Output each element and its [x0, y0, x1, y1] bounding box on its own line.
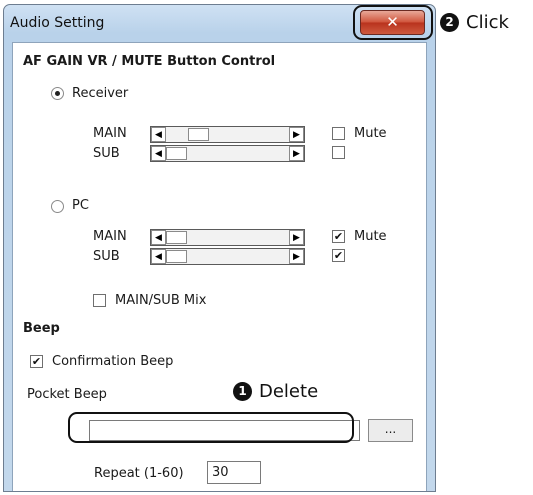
arrow-left-icon[interactable]: ◀	[151, 146, 166, 161]
receiver-sub-label: SUB	[93, 146, 120, 161]
slider-thumb[interactable]	[166, 231, 187, 244]
click-highlight-ring	[353, 5, 433, 40]
pc-sub-label: SUB	[93, 249, 120, 264]
slider-thumb[interactable]	[188, 128, 209, 141]
check-icon: ✔	[333, 230, 344, 243]
arrow-right-icon[interactable]: ▶	[289, 249, 304, 264]
receiver-sub-slider[interactable]: ◀ ▶	[150, 145, 305, 162]
radio-selected-dot	[55, 91, 60, 96]
click-callout: 2 Click	[440, 12, 509, 33]
delete-callout: 1 Delete	[233, 381, 318, 402]
pc-sub-mute-checkbox[interactable]: ✔	[332, 249, 345, 262]
receiver-main-label: MAIN	[93, 126, 127, 141]
beep-section-title: Beep	[23, 321, 60, 336]
browse-button[interactable]: ...	[368, 419, 413, 442]
check-icon: ✔	[31, 355, 42, 368]
pc-main-mute-checkbox[interactable]: ✔	[332, 230, 345, 243]
confirmation-beep-checkbox[interactable]: ✔	[30, 355, 43, 368]
receiver-main-slider[interactable]: ◀ ▶	[150, 126, 305, 143]
check-icon: ✔	[333, 249, 344, 262]
pc-radio[interactable]	[51, 200, 64, 213]
window-title: Audio Setting	[10, 15, 105, 31]
main-sub-mix-label: MAIN/SUB Mix	[115, 293, 207, 308]
pc-label: PC	[72, 198, 89, 213]
pc-main-label: MAIN	[93, 229, 127, 244]
receiver-radio[interactable]	[51, 87, 64, 100]
delete-callout-text: Delete	[259, 381, 319, 402]
slider-thumb[interactable]	[166, 250, 187, 263]
arrow-right-icon[interactable]: ▶	[289, 230, 304, 245]
arrow-right-icon[interactable]: ▶	[289, 127, 304, 142]
delete-highlight-ring	[68, 412, 354, 443]
step-number-badge: 1	[233, 382, 252, 401]
pc-sub-slider[interactable]: ◀ ▶	[150, 248, 305, 265]
repeat-input[interactable]: 30	[207, 461, 261, 484]
slider-thumb[interactable]	[166, 147, 187, 160]
repeat-label: Repeat (1-60)	[94, 466, 184, 481]
pc-main-mute-label: Mute	[354, 229, 387, 244]
arrow-left-icon[interactable]: ◀	[151, 230, 166, 245]
af-gain-section-title: AF GAIN VR / MUTE Button Control	[23, 54, 276, 69]
main-sub-mix-checkbox[interactable]	[93, 294, 106, 307]
arrow-left-icon[interactable]: ◀	[151, 127, 166, 142]
click-callout-text: Click	[466, 12, 509, 33]
receiver-main-mute-label: Mute	[354, 126, 387, 141]
receiver-main-mute-checkbox[interactable]	[332, 127, 345, 140]
receiver-sub-mute-checkbox[interactable]	[332, 146, 345, 159]
pc-main-slider[interactable]: ◀ ▶	[150, 229, 305, 246]
receiver-label: Receiver	[72, 86, 129, 101]
arrow-right-icon[interactable]: ▶	[289, 146, 304, 161]
step-number-badge: 2	[440, 13, 459, 32]
arrow-left-icon[interactable]: ◀	[151, 249, 166, 264]
pocket-beep-label: Pocket Beep	[27, 387, 107, 402]
confirmation-beep-label: Confirmation Beep	[52, 354, 174, 369]
